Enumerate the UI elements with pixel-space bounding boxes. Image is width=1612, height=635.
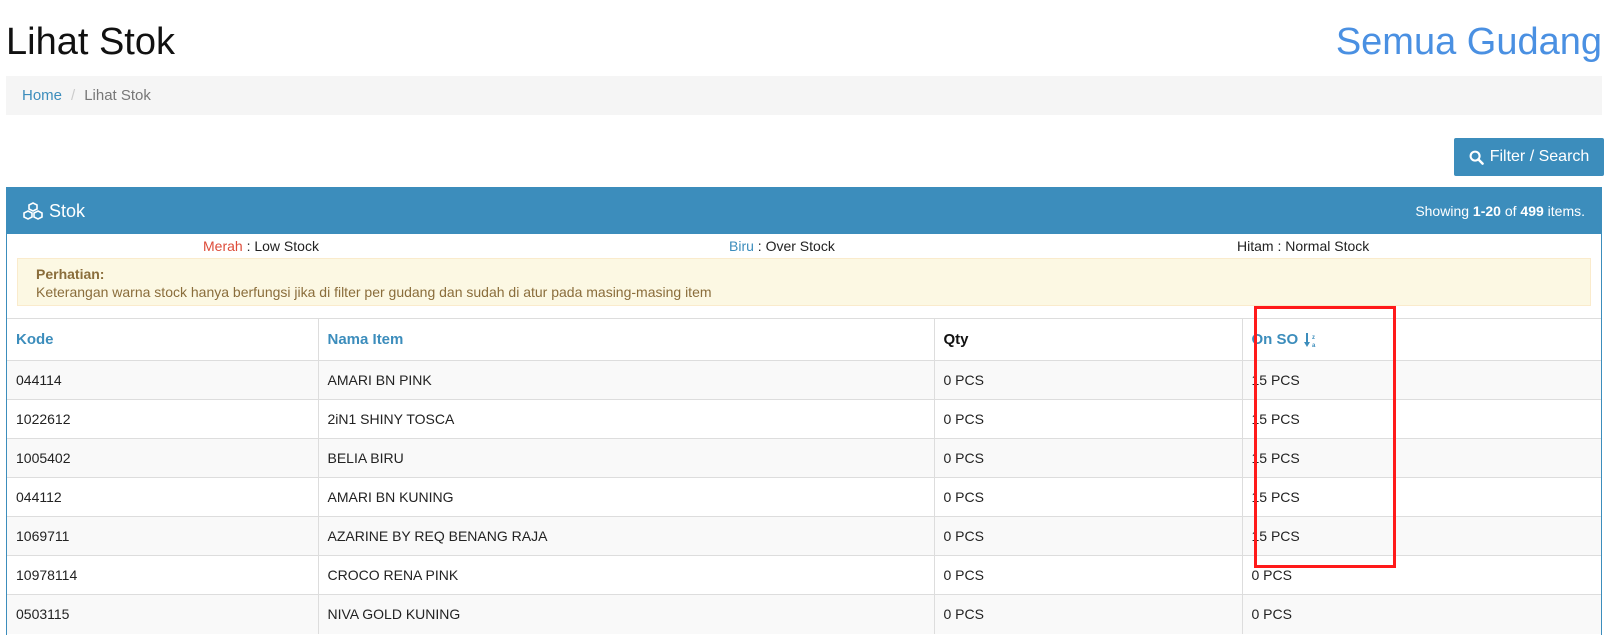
cell-qty: 0 PCS <box>933 438 1242 478</box>
stock-color-legend: Merah : Low Stock Biru : Over Stock Hita… <box>7 234 1601 258</box>
cell-on-so: 0 PCS <box>1241 555 1601 595</box>
stock-table: Kode Nama Item Qty On SO z a 044114 AMAR… <box>7 318 1601 634</box>
cell-kode: 10978114 <box>7 555 318 595</box>
legend-low-text: : Low Stock <box>246 238 319 254</box>
cell-nama: BELIA BIRU <box>317 438 934 478</box>
table-row: 044112 AMARI BN KUNING 0 PCS 15 PCS <box>7 477 1601 517</box>
cell-on-so: 15 PCS <box>1241 516 1601 556</box>
page-title: Lihat Stok <box>6 21 175 63</box>
warehouse-heading: Semua Gudang <box>1336 18 1602 66</box>
cell-kode: 0503115 <box>7 594 318 634</box>
cell-on-so: 15 PCS <box>1241 477 1601 517</box>
cell-kode: 1005402 <box>7 438 318 478</box>
summary-prefix: Showing <box>1415 203 1470 219</box>
summary-of: of <box>1504 203 1517 219</box>
summary-suffix: items. <box>1547 203 1585 219</box>
stock-panel: Stok Showing 1-20 of 499 items. Merah : … <box>6 187 1602 635</box>
cell-on-so: 0 PCS <box>1241 594 1601 634</box>
cell-on-so: 15 PCS <box>1241 438 1601 478</box>
on-so-label: On SO <box>1251 331 1299 348</box>
breadcrumb-current: Lihat Stok <box>84 87 151 104</box>
cell-kode: 1069711 <box>7 516 318 556</box>
legend-normal-stock: Hitam : Normal Stock <box>1237 238 1370 254</box>
cell-on-so: 15 PCS <box>1241 360 1601 400</box>
panel-heading: Stok Showing 1-20 of 499 items. <box>7 188 1601 234</box>
legend-over-text: : Over Stock <box>757 238 835 254</box>
cell-nama: AZARINE BY REQ BENANG RAJA <box>317 516 934 556</box>
cell-qty: 0 PCS <box>933 399 1242 439</box>
cell-qty: 0 PCS <box>933 477 1242 517</box>
cell-nama: 2iN1 SHINY TOSCA <box>317 399 934 439</box>
breadcrumb-home-link[interactable]: Home <box>22 87 62 104</box>
filter-search-button[interactable]: Filter / Search <box>1454 138 1604 176</box>
cell-nama: CROCO RENA PINK <box>317 555 934 595</box>
filter-search-label: Filter / Search <box>1489 148 1590 165</box>
column-header-on-so: On SO z a <box>1241 318 1601 361</box>
stock-table-body: 044114 AMARI BN PINK 0 PCS 15 PCS 1022612 2iN… <box>7 360 1601 634</box>
breadcrumb: Home / Lihat Stok <box>6 76 1602 115</box>
column-header-nama: Nama Item <box>317 318 934 361</box>
svg-text:z: z <box>1312 335 1315 341</box>
alert-message: Keterangan warna stock hanya berfungsi j… <box>36 284 712 300</box>
panel-title: Stok <box>23 188 85 234</box>
cell-qty: 0 PCS <box>933 360 1242 400</box>
search-icon <box>1469 150 1484 165</box>
warning-alert: Perhatian: Keterangan warna stock hanya … <box>17 258 1591 306</box>
sort-nama-link[interactable]: Nama Item <box>328 331 404 348</box>
table-row: 1022612 2iN1 SHINY TOSCA 0 PCS 15 PCS <box>7 399 1601 439</box>
cell-qty: 0 PCS <box>933 594 1242 634</box>
table-row: 1069711 AZARINE BY REQ BENANG RAJA 0 PCS 15… <box>7 516 1601 556</box>
cubes-icon <box>23 202 43 220</box>
alert-title: Perhatian: <box>36 266 105 282</box>
sort-on-so-link[interactable]: On SO z a <box>1252 331 1319 348</box>
cell-qty: 0 PCS <box>933 516 1242 556</box>
sort-numeric-asc-icon: z a <box>1304 332 1316 348</box>
legend-low-color: Merah <box>203 238 243 254</box>
table-row: 1005402 BELIA BIRU 0 PCS 15 PCS <box>7 438 1601 478</box>
cell-kode: 044114 <box>7 360 318 400</box>
legend-over-stock: Biru : Over Stock <box>729 234 835 258</box>
cell-on-so: 15 PCS <box>1241 399 1601 439</box>
cell-kode: 044112 <box>7 477 318 517</box>
cell-kode: 1022612 <box>7 399 318 439</box>
cell-qty: 0 PCS <box>933 555 1242 595</box>
cell-nama: AMARI BN KUNING <box>317 477 934 517</box>
svg-text:a: a <box>1312 343 1316 348</box>
breadcrumb-separator: / <box>71 87 76 104</box>
column-header-kode: Kode <box>7 318 318 361</box>
cell-nama: NIVA GOLD KUNING <box>317 594 934 634</box>
items-summary: Showing 1-20 of 499 items. <box>1415 188 1585 234</box>
cell-nama: AMARI BN PINK <box>317 360 934 400</box>
legend-over-color: Biru <box>729 238 754 254</box>
summary-total: 499 <box>1520 203 1544 219</box>
table-row: 0503115 NIVA GOLD KUNING 0 PCS 0 PCS <box>7 594 1601 634</box>
warehouse-link[interactable]: Semua Gudang <box>1336 21 1602 63</box>
table-row: 10978114 CROCO RENA PINK 0 PCS 0 PCS <box>7 555 1601 595</box>
sort-kode-link[interactable]: Kode <box>16 331 54 348</box>
summary-range: 1-20 <box>1472 203 1501 219</box>
table-row: 044114 AMARI BN PINK 0 PCS 15 PCS <box>7 360 1601 400</box>
panel-title-text: Stok <box>49 201 86 221</box>
column-header-qty: Qty <box>933 318 1242 361</box>
table-header-row: Kode Nama Item Qty On SO z a <box>7 318 1601 361</box>
legend-low-stock: Merah : Low Stock <box>203 234 319 258</box>
